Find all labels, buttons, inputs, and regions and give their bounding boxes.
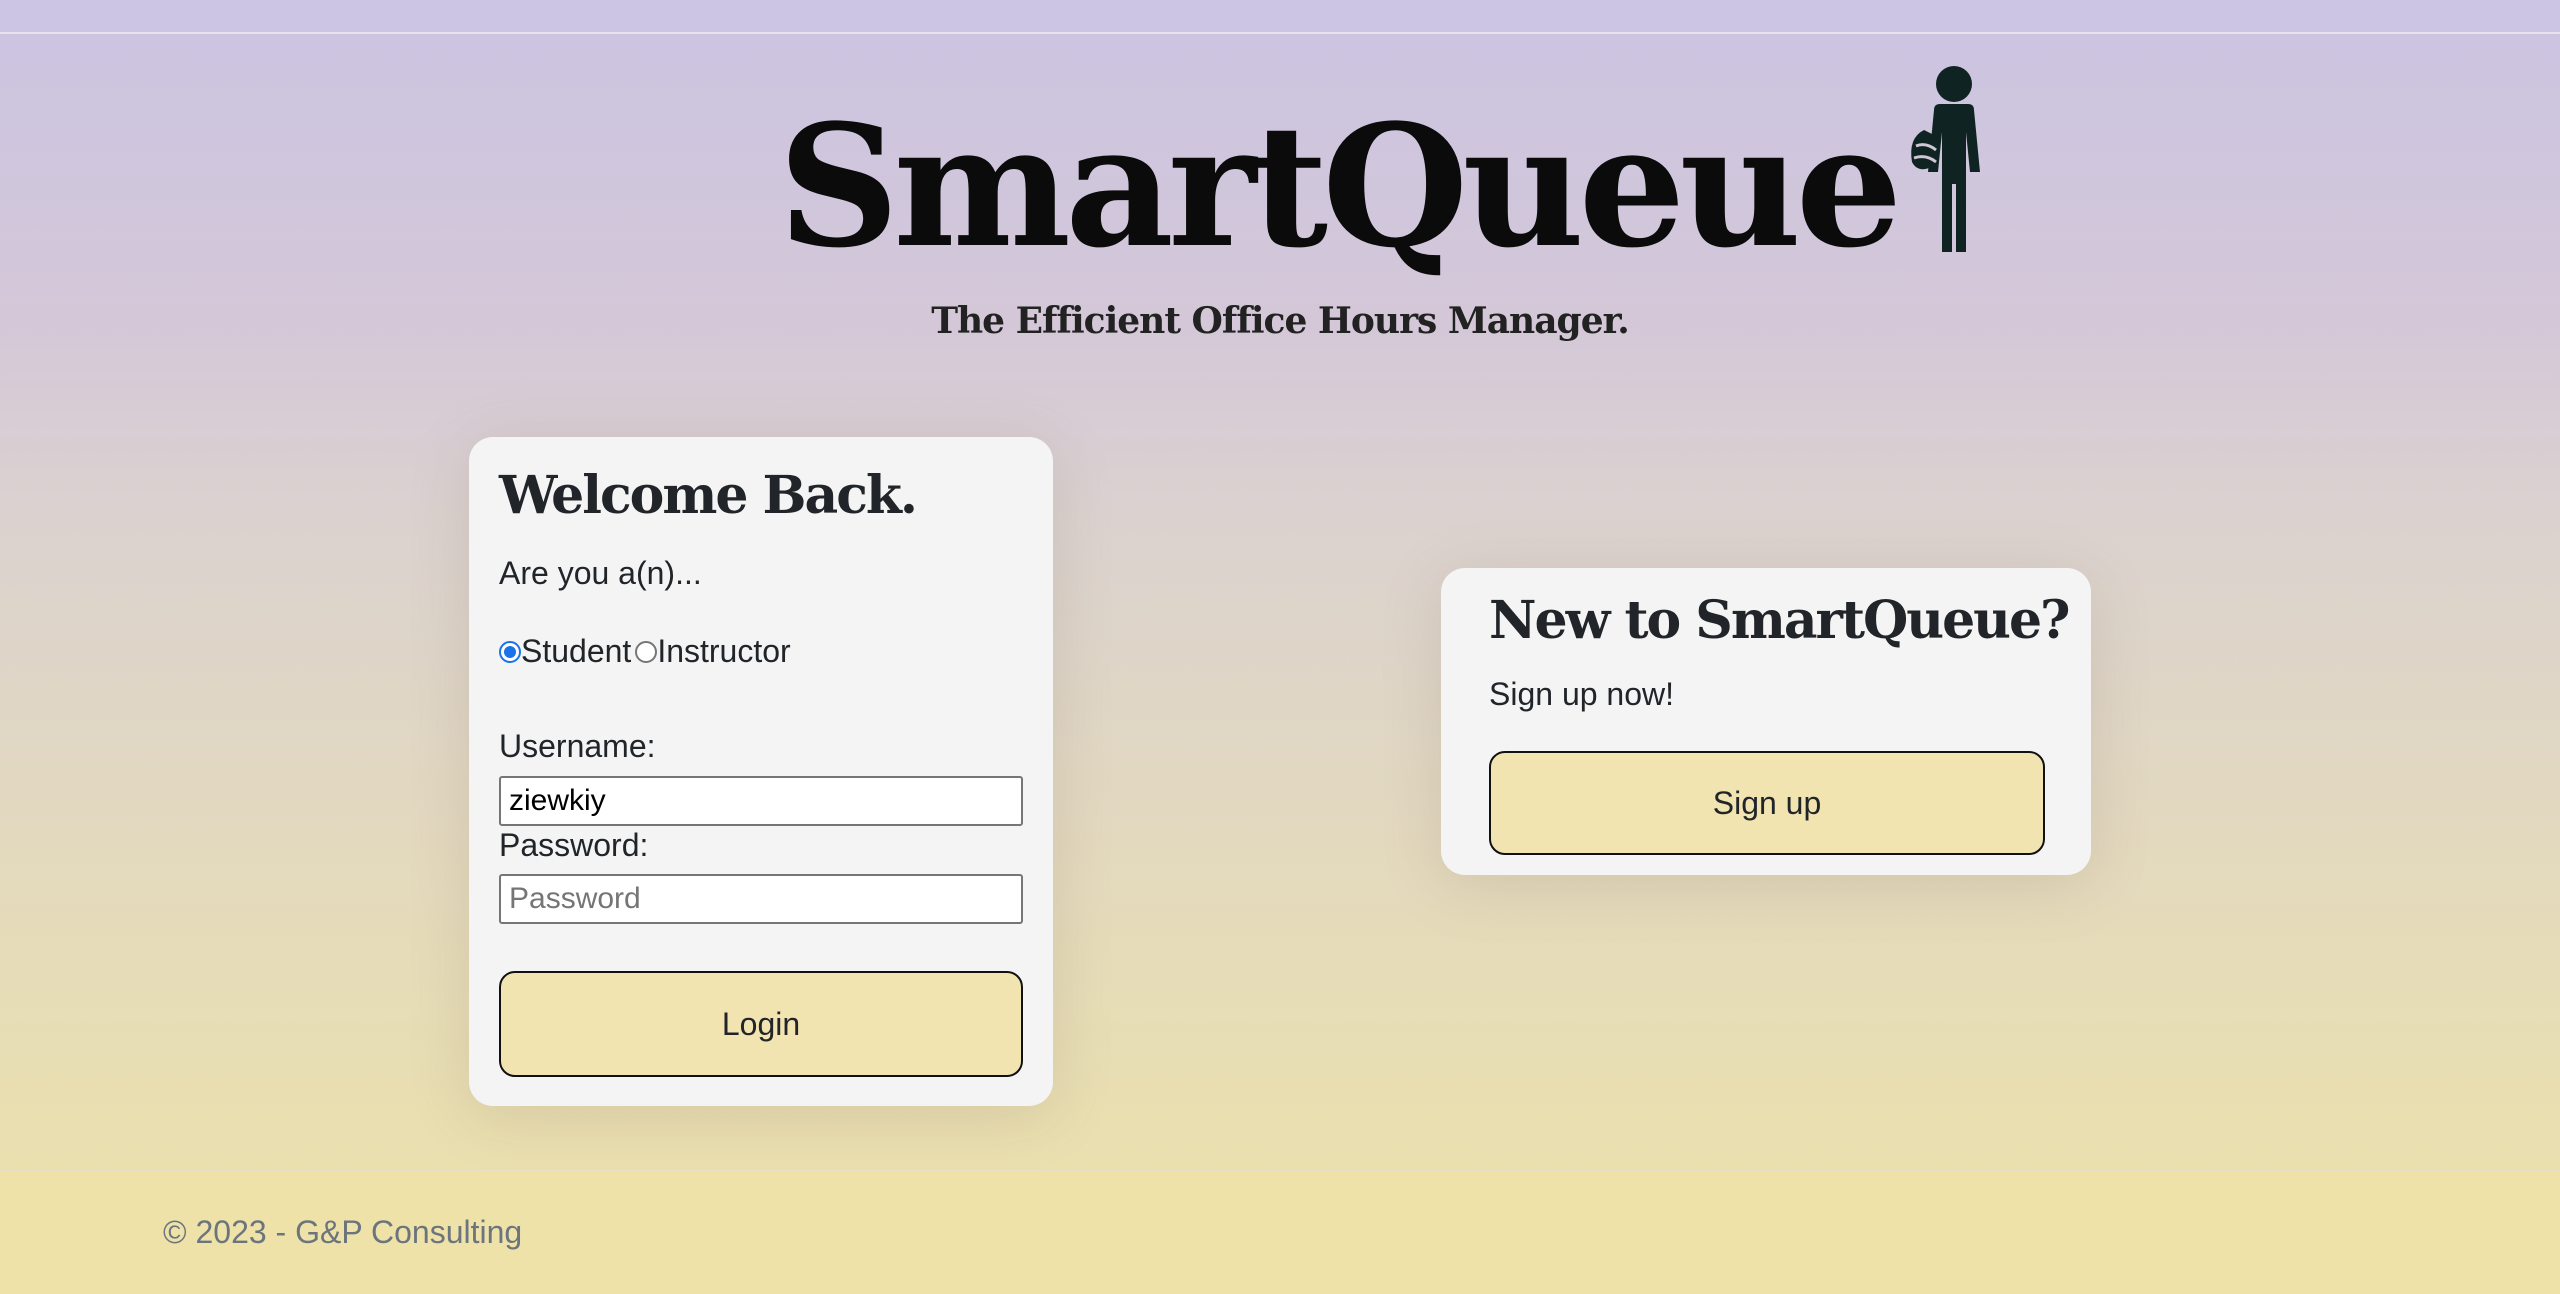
person-with-bag-icon	[1904, 62, 2004, 262]
tagline: The Efficient Office Hours Manager.	[931, 300, 1630, 342]
password-input[interactable]	[499, 874, 1023, 924]
username-input[interactable]	[499, 776, 1023, 826]
smartqueue-logo: SmartQueue	[778, 62, 2004, 282]
password-label: Password:	[499, 827, 649, 863]
signup-title: New to SmartQueue?	[1489, 590, 2071, 651]
student-radio-label[interactable]: Student	[521, 633, 631, 670]
copyright-text: © 2023 - G&P Consulting	[163, 1214, 523, 1250]
browser-top-strip	[0, 0, 2560, 34]
student-radio[interactable]	[499, 640, 521, 663]
signup-card: New to SmartQueue? Sign up now! Sign up	[1441, 568, 2091, 875]
instructor-radio[interactable]	[635, 640, 658, 663]
footer: © 2023 - G&P Consulting	[0, 1170, 2560, 1294]
login-title: Welcome Back.	[499, 465, 918, 526]
instructor-radio-label[interactable]: Instructor	[657, 633, 790, 670]
login-card: Welcome Back. Are you a(n)... Student In…	[469, 437, 1053, 1106]
signup-button[interactable]: Sign up	[1489, 751, 2045, 855]
role-selector: Student Instructor	[499, 633, 791, 670]
login-button[interactable]: Login	[499, 971, 1023, 1077]
role-prompt: Are you a(n)...	[499, 555, 702, 591]
username-label: Username:	[499, 728, 656, 764]
logo-text: SmartQueue	[778, 87, 1902, 285]
signup-subtitle: Sign up now!	[1489, 676, 1675, 712]
